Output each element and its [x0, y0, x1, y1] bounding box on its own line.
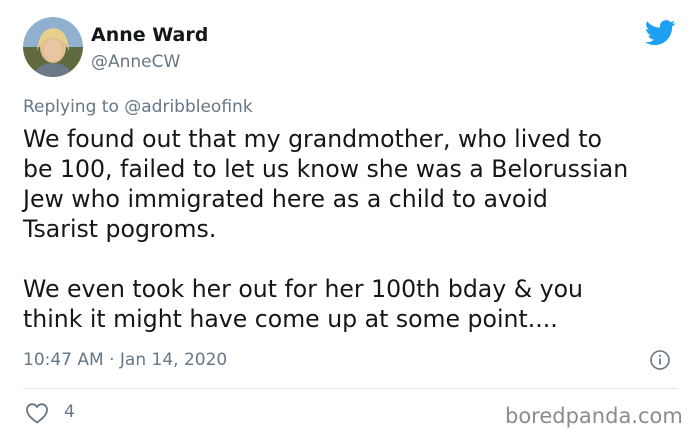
watermark: boredpanda.com [505, 404, 683, 428]
reply-mention-link[interactable]: @adribbleofink [124, 97, 252, 117]
tweet-timestamp[interactable]: 10:47 AM · Jan 14, 2020 [23, 350, 227, 370]
author-handle[interactable]: @AnneCW [91, 52, 180, 72]
replying-to: Replying to @adribbleofink [23, 97, 253, 117]
heart-icon[interactable] [25, 402, 49, 424]
avatar[interactable] [23, 17, 83, 77]
twitter-bird-icon[interactable] [645, 20, 676, 46]
divider [23, 388, 678, 389]
replying-prefix: Replying to [23, 97, 125, 117]
info-icon[interactable] [650, 350, 670, 370]
tweet-card: Anne Ward @AnneCW Replying to @adribbleo… [0, 0, 700, 441]
tweet-paragraph-1: We found out that my grandmother, who li… [23, 125, 629, 243]
author-name[interactable]: Anne Ward [91, 24, 208, 46]
tweet-paragraph-2: We even took her out for her 100th bday … [23, 275, 583, 333]
tweet-text: We found out that my grandmother, who li… [23, 124, 688, 334]
like-count: 4 [64, 402, 75, 422]
